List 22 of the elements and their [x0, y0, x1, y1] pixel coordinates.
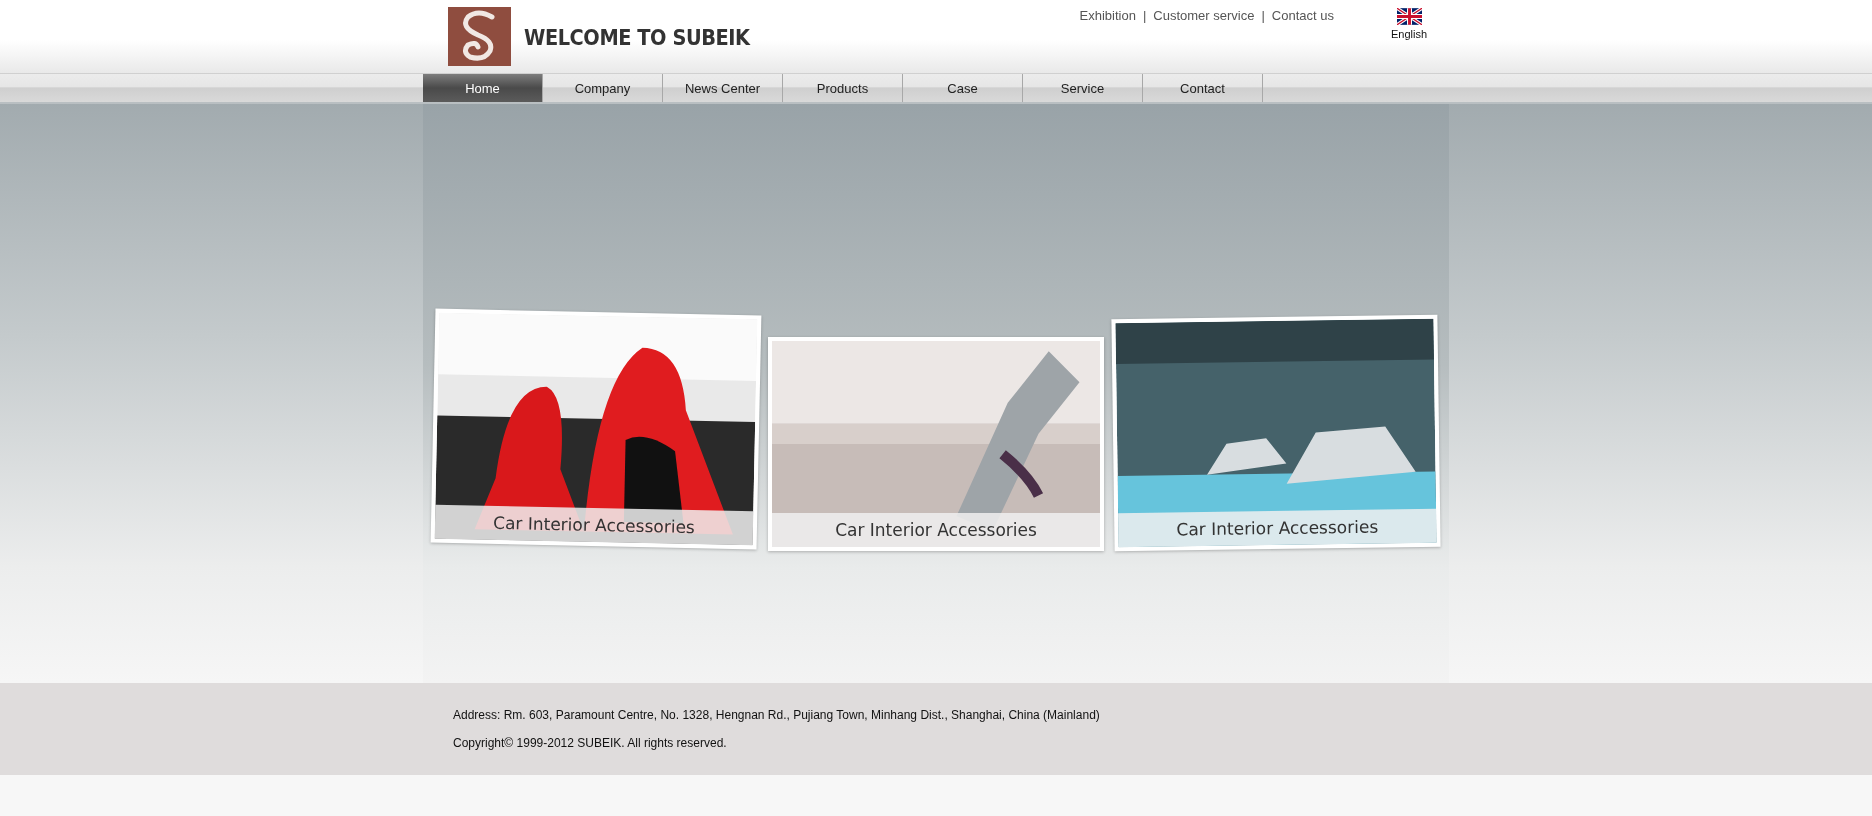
copyright-text: Copyright© 1999-2012 SUBEIK. All rights reserved. [453, 736, 728, 750]
top-link[interactable]: Customer service [1153, 8, 1255, 24]
top-link[interactable]: Contact us [1271, 8, 1334, 24]
link-separator: | [1261, 8, 1265, 24]
language-link[interactable]: English [1390, 28, 1428, 40]
showcase-card[interactable]: Car Interior Accessories [430, 308, 762, 549]
showcase-card[interactable]: Car Interior Accessories [768, 336, 1104, 551]
nav-tab[interactable]: Case [903, 74, 1023, 102]
address-text: Address: Rm. 603, Paramount Centre, No. 1328, Hengnan Rd., Pujiang Town, Minhang Dist., Shanghai, China (Mainland) [453, 708, 1101, 722]
nav-tab[interactable]: Home [423, 74, 543, 102]
caption-text: Car Interior Accessories [492, 512, 696, 537]
top-link[interactable]: Exhibition [1079, 8, 1136, 24]
nav-tab[interactable]: Service [1023, 74, 1143, 102]
link-separator: | [1142, 8, 1147, 24]
nav-tab[interactable]: Products [783, 74, 903, 102]
caption-text: Car Interior Accessories [1176, 516, 1379, 539]
nav-tab[interactable]: News Center [663, 74, 783, 102]
showcase-card[interactable]: Car Interior Accessories [1111, 314, 1441, 551]
nav-tab[interactable]: Company [543, 74, 663, 102]
caption-text: Car Interior Accessories [835, 519, 1037, 540]
nav-tab[interactable]: Contact [1143, 74, 1263, 102]
site-title: WELCOME TO SUBEIK [524, 25, 750, 50]
